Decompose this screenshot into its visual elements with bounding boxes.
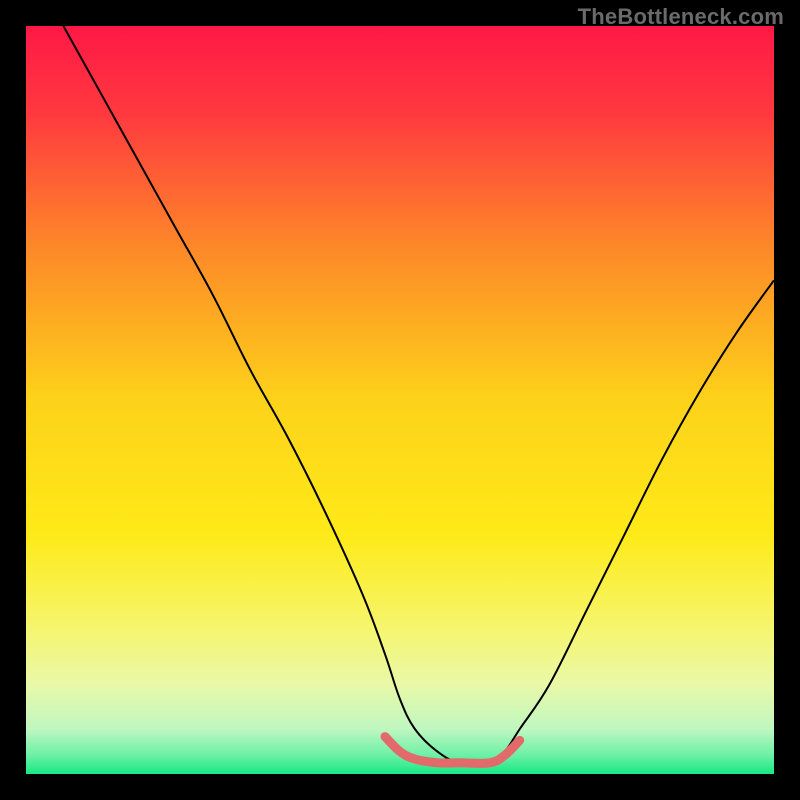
chart-frame: TheBottleneck.com xyxy=(0,0,800,800)
plot-area xyxy=(26,26,774,774)
watermark-label: TheBottleneck.com xyxy=(578,4,784,30)
plot-svg xyxy=(26,26,774,774)
gradient-background xyxy=(26,26,774,774)
